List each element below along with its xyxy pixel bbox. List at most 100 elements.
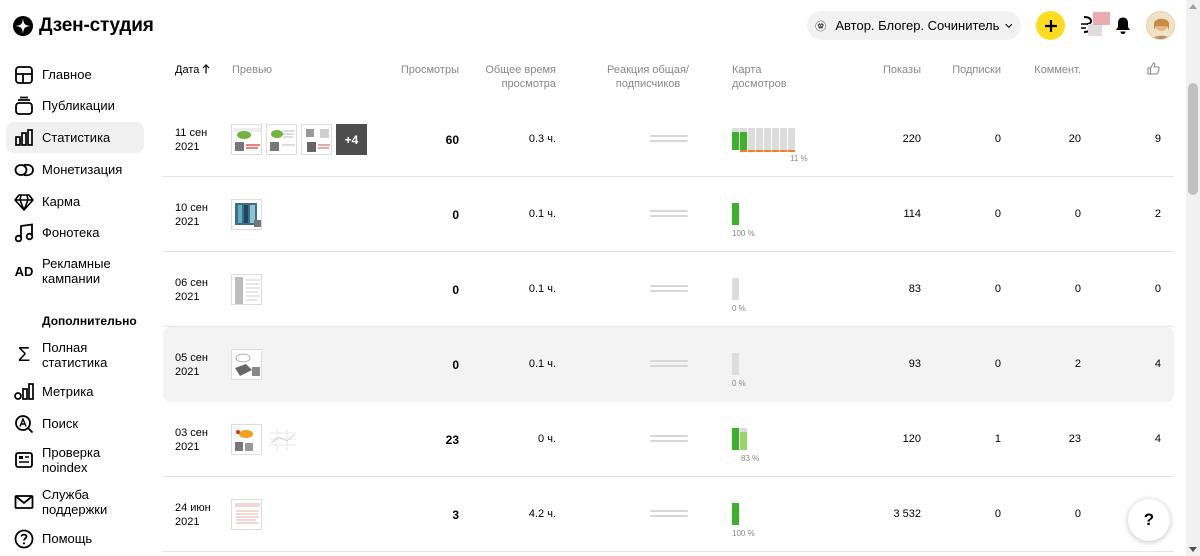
sidebar-item-noindex[interactable]: Проверка noindex [6, 443, 144, 477]
row-views: 0 [452, 208, 459, 222]
view-map-percent: 0 % [732, 379, 746, 388]
table-row[interactable]: 06 сен 2021 0 0.1 ч. 0 % 83 0 0 0 [163, 252, 1174, 327]
view-map-bar [732, 353, 739, 375]
sidebar-item-help[interactable]: Помощь [6, 523, 144, 554]
sidebar-item-ad-campaigns[interactable]: AD Рекламные кампании [6, 254, 144, 288]
column-header-total-time[interactable]: Общее время просмотра [475, 63, 556, 91]
sidebar-item-label: Монетизация [42, 162, 123, 177]
thumbnail-image [270, 130, 295, 151]
sidebar-item-support[interactable]: Служба поддержки [6, 485, 144, 519]
view-map-bar [748, 128, 755, 152]
row-views: 3 [452, 508, 459, 522]
row-date: 05 сен 2021 [175, 352, 208, 378]
preview-thumbnail[interactable] [231, 124, 262, 155]
preview-thumbnails[interactable] [231, 499, 266, 530]
column-header-date: Дата [175, 64, 200, 76]
scroll-up-arrow-icon[interactable] [1189, 4, 1197, 9]
preview-thumbnail[interactable] [301, 124, 332, 155]
scrollbar-thumb[interactable] [1188, 83, 1198, 195]
sidebar-item-music[interactable]: Фонотека [6, 217, 144, 248]
thumbnail-image [269, 429, 296, 451]
view-map-percent: 100 % [732, 229, 755, 238]
row-shows: 3 532 [893, 508, 921, 520]
preview-thumbnail[interactable] [231, 199, 262, 230]
reaction-indicator [650, 510, 688, 518]
sidebar-item-label: Проверка noindex [42, 445, 101, 475]
table-row[interactable]: 05 сен 2021 0 0.1 ч. 0 % 93 0 2 4 [163, 327, 1174, 402]
view-map: 11 % [732, 128, 808, 163]
row-comments: 0 [1074, 283, 1081, 295]
sidebar-item-label: Рекламные кампании [42, 256, 111, 286]
sort-by-date[interactable]: Дата [175, 63, 210, 77]
row-likes: 0 [1154, 283, 1161, 295]
column-header-shows[interactable]: Показы [863, 63, 921, 77]
sidebar-item-monetization[interactable]: Монетизация [6, 154, 144, 185]
preview-thumbnail[interactable] [231, 424, 262, 455]
row-likes: 9 [1154, 133, 1161, 145]
preview-thumbnails[interactable] [231, 349, 266, 380]
preview-thumbnail[interactable] [231, 349, 262, 380]
notification-badge-blur [1088, 24, 1102, 36]
view-map-percent: 100 % [732, 529, 755, 538]
sidebar-item-search[interactable]: Поиск [6, 408, 144, 439]
thumbnail-image [235, 203, 261, 227]
user-photo-icon [1147, 12, 1174, 39]
create-button[interactable] [1036, 11, 1065, 40]
diamond-icon [12, 190, 36, 214]
user-avatar[interactable] [1146, 11, 1175, 40]
view-map-bar [740, 128, 747, 152]
row-date: 03 сен 2021 [175, 427, 208, 453]
bell-icon [1116, 17, 1130, 34]
sidebar-item-metrika[interactable]: Метрика [6, 376, 144, 407]
preview-thumbnail[interactable] [266, 424, 297, 455]
reaction-indicator [650, 210, 688, 218]
row-likes: 4 [1154, 358, 1161, 370]
preview-thumbnail[interactable] [231, 499, 262, 530]
channel-selector[interactable]: Автор. Блогер. Сочинитель [807, 11, 1021, 40]
row-shows: 120 [902, 433, 921, 445]
preview-thumbnails[interactable]: +4 [231, 124, 367, 155]
publications-stats-table: Дата Превью Просмотры Общее время просмо… [163, 50, 1174, 556]
preview-thumbnail[interactable] [266, 124, 297, 155]
page-scrollbar[interactable] [1186, 0, 1200, 556]
coins-icon [12, 158, 36, 182]
table-row[interactable]: 24 июн 2021 3 4.2 ч. 100 % 3 532 0 0 [163, 477, 1174, 552]
notifications-button[interactable] [1111, 13, 1135, 37]
view-map-bar [764, 128, 771, 152]
sidebar-item-publications[interactable]: Публикации [6, 90, 144, 121]
column-header-comments[interactable]: Коммент. [1023, 63, 1081, 77]
logo[interactable]: Дзен-студия [13, 14, 154, 38]
preview-thumbnails[interactable] [231, 424, 301, 455]
row-comments: 20 [1068, 133, 1081, 145]
column-header-likes[interactable] [1147, 62, 1160, 79]
sidebar-item-karma[interactable]: Карма [6, 186, 144, 217]
column-header-reaction[interactable]: Реакция общая/ подписчиков [603, 63, 693, 91]
sidebar-item-label: Помощь [42, 531, 93, 546]
table-row[interactable]: 03 сен 2021 23 0 ч. 83 % 120 1 23 4 [163, 402, 1174, 477]
sidebar-item-statistics[interactable]: Статистика [6, 122, 144, 153]
sidebar-item-label: Фонотека [42, 225, 100, 240]
view-map-percent: 0 % [732, 304, 746, 313]
view-map-bars [732, 278, 746, 300]
sidebar-item-full-stats[interactable]: Σ Полная статистика [6, 338, 144, 372]
ad-icon: AD [14, 263, 34, 279]
row-total-time: 0.1 ч. [528, 283, 556, 295]
sidebar-item-label: Полная статистика [42, 340, 108, 370]
table-row[interactable]: 10 сен 2021 0 0.1 ч. 100 % 114 0 0 2 [163, 177, 1174, 252]
column-header-views[interactable]: Просмотры [389, 63, 459, 77]
preview-thumbnails[interactable] [231, 274, 266, 305]
sidebar-item-main[interactable]: Главное [6, 59, 144, 90]
preview-thumbnails[interactable] [231, 199, 266, 230]
chevron-down-icon [1005, 23, 1013, 28]
row-comments: 2 [1074, 358, 1081, 370]
scroll-down-arrow-icon[interactable] [1189, 547, 1197, 552]
row-likes: 4 [1154, 433, 1161, 445]
preview-thumbnail[interactable] [231, 274, 262, 305]
thumbnail-image [235, 503, 260, 524]
more-thumbnails-badge[interactable]: +4 [336, 124, 367, 155]
view-map-bars [732, 128, 808, 152]
table-row[interactable]: 11 сен 2021 +4 60 0.3 ч. 11 % 220 0 20 9 [163, 102, 1174, 177]
column-header-subscriptions[interactable]: Подписки [939, 63, 1001, 77]
help-button[interactable]: ? [1128, 499, 1170, 541]
sidebar-item-label: Служба поддержки [42, 487, 108, 517]
